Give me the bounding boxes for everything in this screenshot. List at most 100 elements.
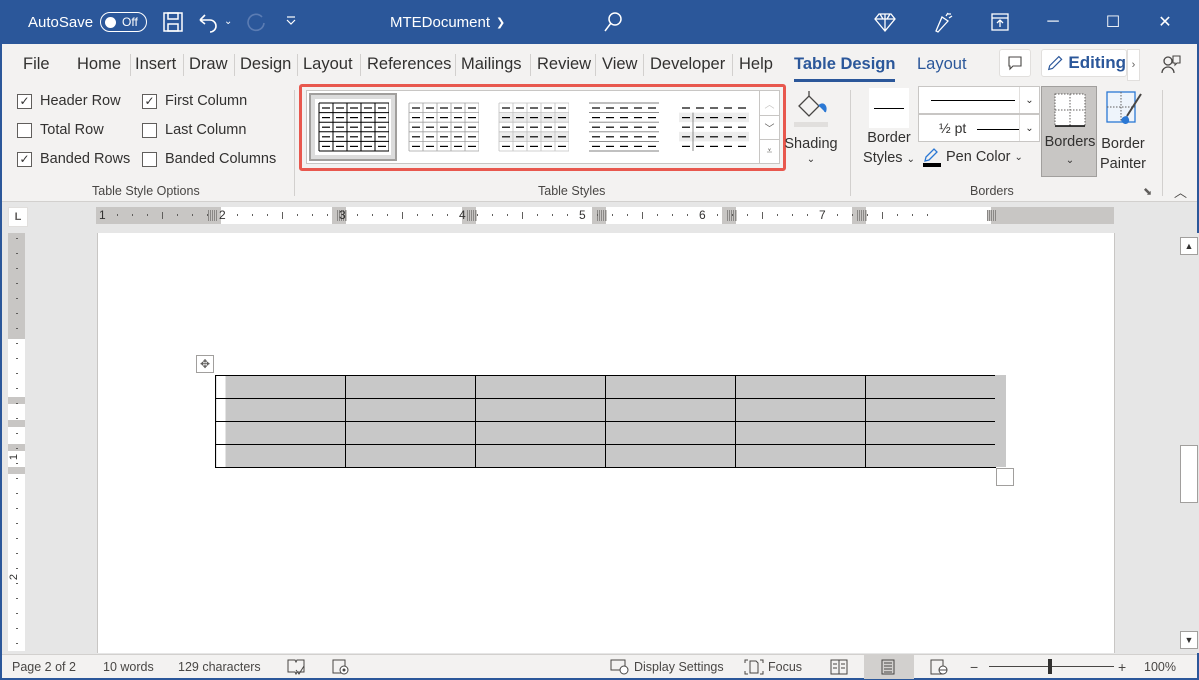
gallery-expand-button[interactable]: ⩡: [759, 139, 779, 163]
table-cell[interactable]: [215, 444, 346, 468]
line-style-dropdown[interactable]: ⌄: [918, 86, 1040, 114]
table-style-plain-1[interactable]: [489, 93, 577, 161]
scroll-down-button[interactable]: ▼: [1180, 631, 1198, 649]
table-cell[interactable]: [865, 375, 996, 399]
table-cell[interactable]: [865, 398, 996, 422]
table-cell[interactable]: [215, 421, 346, 445]
table-cell[interactable]: [215, 375, 346, 399]
table-cell[interactable]: [345, 444, 476, 468]
banded-columns-checkbox[interactable]: Banded Columns: [142, 151, 276, 167]
table-style-plain-2[interactable]: [579, 93, 667, 161]
share-icon[interactable]: [1160, 53, 1182, 75]
border-painter-button[interactable]: Border Painter: [1098, 88, 1148, 174]
designer-icon[interactable]: [932, 11, 954, 33]
document-page[interactable]: ✥: [97, 233, 1115, 653]
zoom-slider-thumb[interactable]: [1048, 659, 1052, 674]
table-style-grid[interactable]: [309, 93, 397, 161]
scrollbar-thumb[interactable]: [1180, 445, 1198, 503]
proofing-icon[interactable]: [287, 659, 305, 675]
vertical-scrollbar[interactable]: ▲ ▼: [1179, 233, 1199, 653]
premium-diamond-icon[interactable]: [874, 11, 896, 33]
vertical-ruler[interactable]: 12: [8, 233, 25, 651]
pen-color-button[interactable]: Pen Color ⌄: [922, 147, 1023, 167]
first-column-checkbox[interactable]: ✓ First Column: [142, 93, 247, 109]
table-cell[interactable]: [215, 398, 346, 422]
more-options-button[interactable]: ›: [1127, 49, 1140, 81]
display-settings-button[interactable]: Display Settings: [610, 659, 724, 675]
gallery-scroll-down-button[interactable]: ﹀: [759, 115, 779, 139]
collapse-ribbon-icon[interactable]: ︿: [1174, 182, 1187, 201]
focus-button[interactable]: Focus: [744, 659, 802, 675]
character-count[interactable]: 129 characters: [178, 659, 261, 675]
tab-table-design[interactable]: Table Design: [794, 52, 896, 82]
tab-design[interactable]: Design: [240, 52, 291, 76]
zoom-out-button[interactable]: −: [970, 659, 978, 675]
table-cell[interactable]: [475, 444, 606, 468]
table-cell[interactable]: [735, 375, 866, 399]
undo-icon[interactable]: [197, 11, 219, 33]
scroll-up-button[interactable]: ▲: [1180, 237, 1198, 255]
editing-mode-button[interactable]: Editing: [1041, 49, 1127, 77]
table-cell[interactable]: [475, 375, 606, 399]
tab-insert[interactable]: Insert: [135, 52, 176, 76]
last-column-checkbox[interactable]: Last Column: [142, 122, 246, 138]
tab-references[interactable]: References: [367, 52, 451, 76]
tab-review[interactable]: Review: [537, 52, 591, 76]
tab-table-layout[interactable]: Layout: [917, 52, 967, 76]
accessibility-icon[interactable]: [332, 659, 350, 675]
document-table[interactable]: [215, 375, 996, 468]
banded-rows-checkbox[interactable]: ✓ Banded Rows: [17, 151, 130, 167]
border-styles-button[interactable]: Border Styles ⌄: [860, 88, 918, 170]
header-row-checkbox[interactable]: ✓ Header Row: [17, 93, 121, 109]
table-cell[interactable]: [735, 444, 866, 468]
comments-button[interactable]: [999, 49, 1031, 77]
table-cell[interactable]: [345, 421, 476, 445]
tab-developer[interactable]: Developer: [650, 52, 725, 76]
word-count[interactable]: 10 words: [103, 659, 154, 675]
maximize-button[interactable]: ☐: [1090, 0, 1136, 44]
zoom-in-button[interactable]: +: [1118, 659, 1126, 675]
minimize-button[interactable]: ─: [1030, 0, 1076, 44]
table-cell[interactable]: [735, 421, 866, 445]
tab-view[interactable]: View: [602, 52, 637, 76]
tab-file[interactable]: File: [23, 52, 50, 76]
table-style-plain-3[interactable]: [669, 93, 757, 161]
tab-draw[interactable]: Draw: [189, 52, 228, 76]
page-count[interactable]: Page 2 of 2: [12, 659, 76, 675]
horizontal-ruler[interactable]: 1 2 3 4 5 6 7: [96, 207, 1114, 224]
tab-help[interactable]: Help: [739, 52, 773, 76]
borders-button[interactable]: Borders ⌄: [1041, 86, 1097, 177]
table-cell[interactable]: [735, 398, 866, 422]
web-layout-icon[interactable]: [930, 659, 948, 675]
borders-dialog-launcher-icon[interactable]: ⬊: [1143, 185, 1152, 198]
table-move-handle[interactable]: ✥: [196, 355, 214, 373]
table-cell[interactable]: [605, 375, 736, 399]
gallery-scroll-up-button[interactable]: ︿: [759, 91, 779, 115]
table-cell[interactable]: [605, 444, 736, 468]
table-resize-handle[interactable]: [996, 468, 1014, 486]
table-cell[interactable]: [345, 398, 476, 422]
table-cell[interactable]: [865, 444, 996, 468]
table-cell[interactable]: [475, 421, 606, 445]
search-icon[interactable]: [602, 11, 624, 33]
shading-button[interactable]: Shading ⌄: [783, 88, 839, 166]
ribbon-display-icon[interactable]: [989, 11, 1011, 33]
undo-dropdown-icon[interactable]: ⌄: [224, 16, 234, 38]
tab-home[interactable]: Home: [77, 52, 121, 76]
total-row-checkbox[interactable]: Total Row: [17, 122, 104, 138]
table-cell[interactable]: [475, 398, 606, 422]
tab-layout[interactable]: Layout: [303, 52, 353, 76]
autosave-toggle[interactable]: Off: [100, 12, 147, 32]
close-button[interactable]: ✕: [1142, 0, 1188, 44]
table-cell[interactable]: [605, 421, 736, 445]
customize-qat-icon[interactable]: [284, 14, 298, 36]
table-cell[interactable]: [865, 421, 996, 445]
zoom-level[interactable]: 100%: [1144, 659, 1176, 675]
table-cell[interactable]: [605, 398, 736, 422]
read-mode-icon[interactable]: [830, 659, 848, 675]
tab-mailings[interactable]: Mailings: [461, 52, 522, 76]
tab-stop-selector[interactable]: L: [8, 207, 28, 227]
document-title[interactable]: MTEDocument ❯: [390, 0, 505, 44]
table-cell[interactable]: [345, 375, 476, 399]
table-style-grid-light[interactable]: [399, 93, 487, 161]
